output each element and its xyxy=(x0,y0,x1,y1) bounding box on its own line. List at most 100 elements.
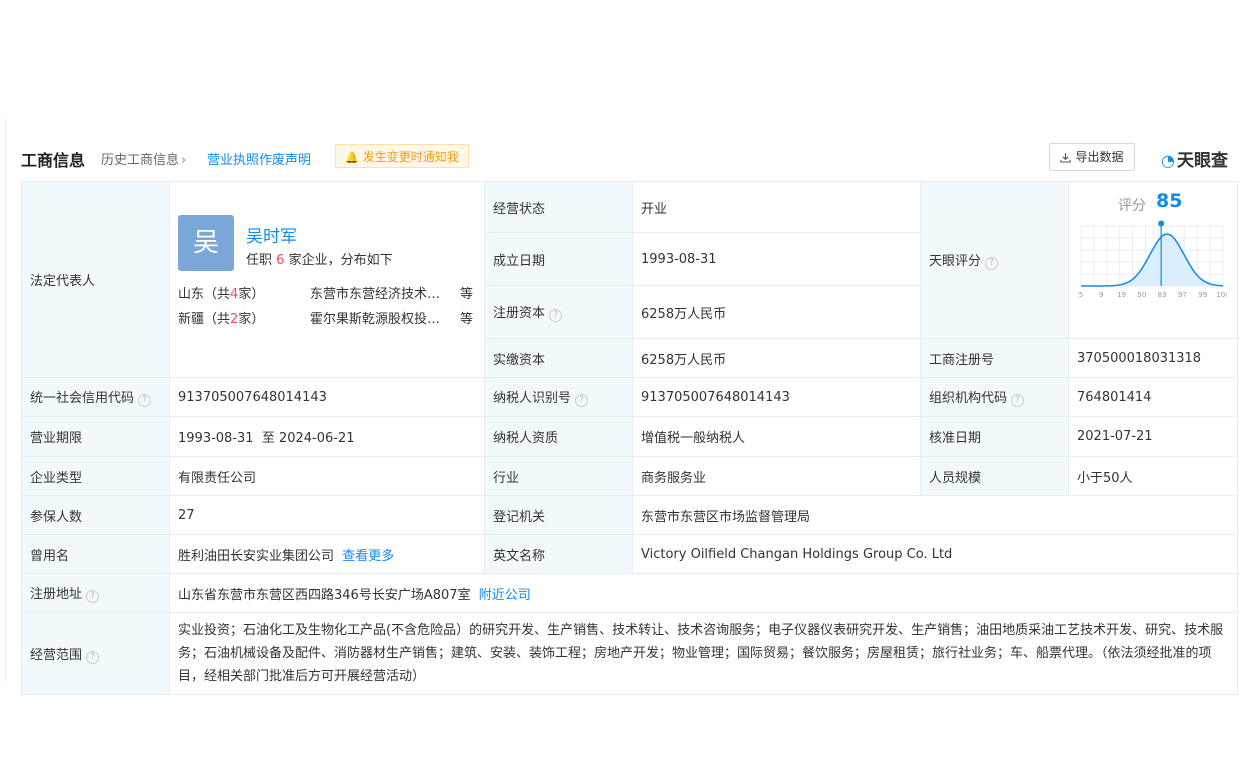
help-icon[interactable]: ? xyxy=(138,394,152,407)
help-icon[interactable]: ? xyxy=(86,650,100,664)
score-curve-fill xyxy=(1081,234,1223,286)
history-link-label[interactable]: 历史工商信息 xyxy=(101,153,179,168)
term-label: 营业期限 xyxy=(21,416,170,457)
province-etc: 等 xyxy=(460,311,474,327)
province-count: 4 xyxy=(230,286,239,302)
company-type-label: 企业类型 xyxy=(21,456,170,496)
download-icon xyxy=(1060,153,1072,163)
export-data-label: 导出数据 xyxy=(1075,150,1124,164)
scope-label-cell: 经营范围? xyxy=(21,612,170,695)
section-header: 工商信息 历史工商信息 › 营业执照作废声明 🔔 发生变更时通知我 导出数据 ◔ 天眼… xyxy=(21,143,1237,171)
address-value: 山东省东营市东营区西四路346号长安广场A807室 xyxy=(178,587,471,603)
english-name-label: 英文名称 xyxy=(484,534,633,574)
reg-capital-label: 注册资本 xyxy=(493,306,546,322)
history-link[interactable]: 历史工商信息 › xyxy=(101,149,186,168)
status-label: 经营状态 xyxy=(484,180,633,234)
help-icon[interactable]: ? xyxy=(985,257,999,270)
score-tick-label: 50 xyxy=(1137,291,1146,299)
approval-date-value: 2021-07-21 xyxy=(1068,416,1238,457)
logo-mark-icon: ◔ xyxy=(1161,151,1175,170)
legal-rep-label: 法定代表人 xyxy=(21,181,170,378)
score-label: 天眼评分 xyxy=(929,254,982,269)
score-distribution-chart: 5 9 19 50 83 97 99 100 xyxy=(1079,220,1227,299)
bell-icon: 🔔 xyxy=(345,151,359,164)
score-caption: 评分 xyxy=(1118,198,1146,214)
logo-text: 天眼查 xyxy=(1176,151,1228,171)
company-type-value: 有限责任公司 xyxy=(169,456,485,496)
summary-suffix: 家企业，分布如下 xyxy=(288,252,393,268)
term-value: 1993-08-31 至 2024-06-21 xyxy=(169,416,485,457)
score-cell: 评分 85 5 9 19 50 83 97 99 100 xyxy=(1068,181,1238,339)
province-count: 2 xyxy=(230,311,239,327)
tax-qual-value: 增值税一般纳税人 xyxy=(632,416,921,457)
export-data-button[interactable]: 导出数据 xyxy=(1049,143,1135,171)
score-label-cell: 天眼评分? xyxy=(920,181,1069,339)
tax-qual-label: 纳税人资质 xyxy=(484,416,633,457)
legal-rep-name[interactable]: 吴时军 xyxy=(246,222,297,247)
score-marker-pin xyxy=(1158,220,1165,227)
section-title: 工商信息 xyxy=(21,151,86,170)
score-tick-label: 9 xyxy=(1099,291,1103,299)
score-tick-label: 100 xyxy=(1216,291,1227,299)
score-tick-label: 5 xyxy=(1079,291,1083,299)
notify-change-label: 发生变更时通知我 xyxy=(362,150,459,164)
approval-date-label: 核准日期 xyxy=(920,416,1069,457)
score-tick-label: 97 xyxy=(1178,291,1187,299)
former-name-cell: 胜利油田长安实业集团公司 查看更多 xyxy=(169,534,485,574)
staff-size-value: 小于50人 xyxy=(1068,456,1238,496)
established-label: 成立日期 xyxy=(484,232,633,287)
notify-change-button[interactable]: 🔔 发生变更时通知我 xyxy=(335,144,469,168)
insured-label: 参保人数 xyxy=(21,495,170,535)
staff-size-label: 人员规模 xyxy=(920,456,1069,496)
address-cell: 山东省东营市东营区西四路346号长安广场A807室 附近公司 xyxy=(169,573,1238,613)
business-info-table: 法定代表人 吴 吴时军 任职 6 家企业，分布如下 山东（共4家） 东营市东营经… xyxy=(21,180,1238,695)
address-label: 注册地址 xyxy=(30,587,83,602)
reg-capital-value: 6258万人民币 xyxy=(632,285,921,339)
province-company-link[interactable]: 东营市东营经济技术开发区 xyxy=(310,283,450,302)
credit-code-label: 统一社会信用代码 xyxy=(30,391,135,406)
score-tick-label: 83 xyxy=(1158,291,1167,299)
license-declaration-link[interactable]: 营业执照作废声明 xyxy=(207,149,311,168)
credit-code-label-cell: 统一社会信用代码? xyxy=(21,377,170,417)
scope-value: 实业投资；石油化工及生物化工产品(不含危险品）的研究开发、生产销售、技术转让、技… xyxy=(169,612,1238,695)
help-icon[interactable]: ? xyxy=(575,394,589,407)
nearby-companies-link[interactable]: 附近公司 xyxy=(479,588,531,603)
help-icon[interactable]: ? xyxy=(86,590,100,603)
org-code-label: 组织机构代码 xyxy=(929,391,1008,406)
score-tick-label: 99 xyxy=(1198,291,1207,299)
province-etc: 等 xyxy=(460,286,474,302)
authority-value: 东营市东营区市场监督管理局 xyxy=(632,495,1238,535)
industry-label: 行业 xyxy=(484,456,633,496)
industry-value: 商务服务业 xyxy=(632,456,921,496)
reg-no-label: 工商注册号 xyxy=(920,338,1069,378)
org-code-value: 764801414 xyxy=(1068,377,1238,417)
avatar[interactable]: 吴 xyxy=(178,214,234,271)
status-value: 开业 xyxy=(632,180,921,234)
authority-label: 登记机关 xyxy=(484,495,633,535)
insured-value: 27 xyxy=(169,495,485,535)
paid-capital-label: 实缴资本 xyxy=(484,338,633,378)
help-icon[interactable]: ? xyxy=(1011,394,1025,407)
reg-capital-label-cell: 注册资本? xyxy=(484,285,633,339)
help-icon[interactable]: ? xyxy=(549,309,563,323)
score-tick-label: 19 xyxy=(1117,291,1126,299)
org-code-label-cell: 组织机构代码? xyxy=(920,377,1069,417)
address-label-cell: 注册地址? xyxy=(21,573,170,613)
established-value: 1993-08-31 xyxy=(632,232,921,287)
chevron-right-icon: › xyxy=(181,153,187,168)
province-name: 山东（共4家） xyxy=(178,286,265,302)
view-more-link[interactable]: 查看更多 xyxy=(342,549,394,564)
taxpayer-id-value: 913705007648014143 xyxy=(632,377,921,417)
province-label: 山东 xyxy=(178,286,205,302)
tianyancha-logo: ◔ 天眼查 xyxy=(1161,146,1228,171)
taxpayer-id-label-cell: 纳税人识别号? xyxy=(484,377,633,417)
summary-prefix: 任职 xyxy=(246,252,273,268)
province-name: 新疆（共2家） xyxy=(178,311,265,327)
scope-label: 经营范围 xyxy=(30,647,83,663)
legal-rep-summary: 任职 6 家企业，分布如下 xyxy=(246,249,393,268)
score-value: 85 xyxy=(1156,190,1183,212)
english-name-value: Victory Oilfield Changan Holdings Group … xyxy=(632,534,1238,574)
credit-code-value: 913705007648014143 xyxy=(169,377,485,417)
province-company-link[interactable]: 霍尔果斯乾源股权投资有限公司 xyxy=(310,308,450,327)
province-label: 新疆 xyxy=(178,311,205,327)
